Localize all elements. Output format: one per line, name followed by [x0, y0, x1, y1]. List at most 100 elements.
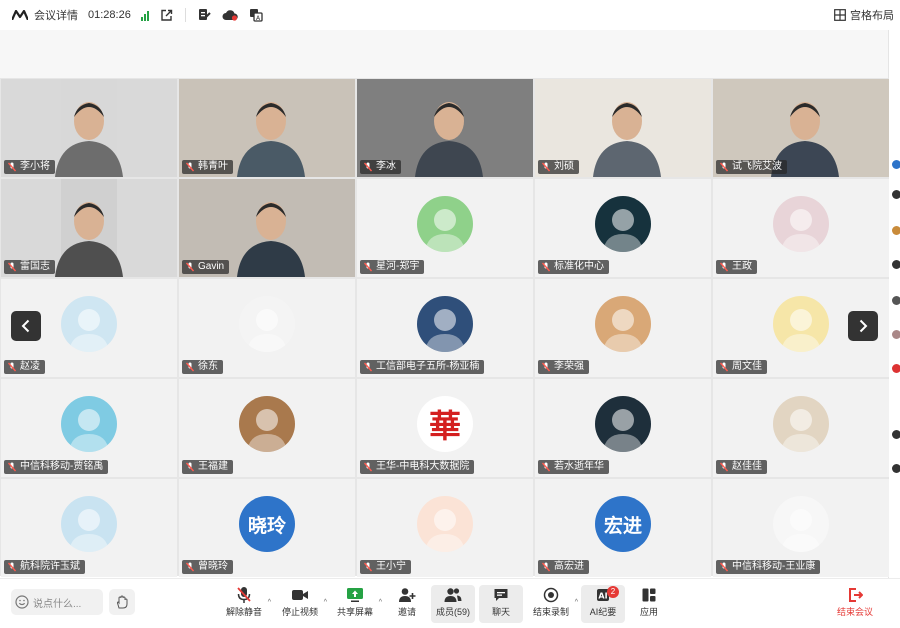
stop-video-label: 停止视频 [281, 607, 318, 617]
caret-up-icon[interactable]: ^ [324, 599, 327, 606]
participant-tile[interactable]: 王政 [713, 179, 889, 277]
participant-tile[interactable]: 若水逝年华 [535, 379, 711, 477]
chat-label: 聊天 [491, 607, 510, 617]
avatar-initials: 晓玲 [247, 515, 286, 537]
mic-muted-icon [8, 362, 16, 372]
participant-name-tag: 王政 [716, 260, 757, 274]
members-button[interactable]: 成员(59) [431, 585, 475, 623]
cloud-record-icon[interactable] [222, 7, 238, 23]
participant-tile[interactable]: 晓玲曾晓玲 [179, 479, 355, 577]
mic-muted-icon [364, 562, 372, 572]
caret-up-icon[interactable]: ^ [379, 599, 382, 606]
participant-name: 曾晓玲 [198, 561, 228, 572]
apps-icon [642, 588, 656, 602]
avatar-initials: 華 [428, 408, 461, 444]
quick-chat-input[interactable]: 说点什么... [11, 589, 103, 615]
mic-muted-icon [8, 262, 16, 272]
chat-button[interactable]: 聊天 [479, 585, 523, 623]
participant-name: 工信部电子五所-杨亚楠 [376, 361, 480, 372]
participant-tile[interactable]: 星河-郑宇 [357, 179, 533, 277]
chat-icon [494, 589, 508, 601]
mic-muted-icon [364, 462, 372, 472]
participant-tile[interactable]: Gavin [179, 179, 355, 277]
apps-button[interactable]: 应用 [627, 585, 671, 623]
participant-avatar [61, 396, 117, 452]
mic-muted-icon [542, 462, 550, 472]
participant-name-tag: 中信科移动-贾铭禹 [4, 460, 109, 474]
participant-name: 雷国志 [20, 261, 50, 272]
participant-tile[interactable]: 韩青叶 [179, 79, 355, 177]
record-stop-icon [543, 587, 559, 603]
participant-name: 刘硕 [554, 161, 574, 172]
end-recording-button[interactable]: 结束录制 ^ [529, 585, 578, 623]
participant-name: 李荣强 [554, 361, 584, 372]
participant-name-tag: 王小宁 [360, 560, 411, 574]
participant-name: 赵凌 [20, 361, 40, 372]
raise-hand-button[interactable] [109, 589, 135, 615]
participant-avatar [417, 196, 473, 252]
participant-avatar: 宏进 [595, 496, 651, 552]
translate-icon[interactable]: A [248, 7, 264, 23]
participant-name-tag: 王华-中电科大数据院 [360, 460, 475, 474]
participant-tile[interactable]: 中信科移动-王业康 [713, 479, 889, 577]
participant-tile[interactable]: 航科院许玉斌 [1, 479, 177, 577]
share-screen-button[interactable]: 共享屏幕 ^ [333, 585, 382, 623]
participant-tile[interactable]: 标准化中心 [535, 179, 711, 277]
participant-name: 中信科移动-贾铭禹 [20, 461, 104, 472]
mic-muted-icon [542, 162, 550, 172]
meeting-timer: 01:28:26 [88, 9, 131, 21]
meeting-toolbar: 说点什么... 解除静音 ^ 停止视频 ^ 共享屏幕 ^ 邀请 成员(59) 聊… [0, 578, 900, 628]
end-meeting-label: 结束会议 [836, 607, 873, 617]
quick-chat-placeholder: 说点什么... [33, 598, 82, 610]
mic-muted-icon [364, 362, 372, 372]
mic-muted-icon [186, 462, 194, 472]
participant-tile[interactable]: 中信科移动-贾铭禹 [1, 379, 177, 477]
participant-tile[interactable]: 李冰 [357, 79, 533, 177]
grid-layout-icon [834, 9, 846, 21]
unmute-button[interactable]: 解除静音 ^ [222, 585, 271, 623]
end-meeting-button[interactable]: 结束会议 [832, 585, 878, 623]
participant-tile[interactable]: 刘硕 [535, 79, 711, 177]
exit-icon [849, 588, 863, 602]
mic-muted-icon [364, 262, 372, 272]
participant-name: 赵佳佳 [732, 461, 762, 472]
caret-up-icon[interactable]: ^ [575, 599, 578, 606]
participant-tile[interactable]: 赵佳佳 [713, 379, 889, 477]
participant-tile[interactable]: 宏进 高宏进 [535, 479, 711, 577]
participant-name-tag: 李小将 [4, 160, 55, 174]
chevron-right-icon [859, 319, 868, 333]
members-label: 成员(59) [435, 607, 470, 617]
participant-name-tag: 韩青叶 [182, 160, 233, 174]
participant-name-tag: 中信科移动-王业康 [716, 560, 821, 574]
participant-tile[interactable]: 李小将 [1, 79, 177, 177]
meeting-details-button[interactable]: 会议详情 [34, 7, 78, 23]
external-window-icon[interactable] [159, 7, 175, 23]
participant-name-tag: 周文佳 [716, 360, 767, 374]
participant-name-tag: 赵凌 [4, 360, 45, 374]
header-spacer [0, 30, 888, 78]
participant-avatar [773, 396, 829, 452]
prev-page-button[interactable] [11, 311, 41, 341]
participant-tile[interactable]: 工信部电子五所-杨亚楠 [357, 279, 533, 377]
side-panel-edge[interactable] [888, 30, 900, 578]
participant-avatar [595, 396, 651, 452]
participant-tile[interactable]: 试飞院艾波 [713, 79, 889, 177]
next-page-button[interactable] [848, 311, 878, 341]
caret-up-icon[interactable]: ^ [268, 599, 271, 606]
participant-name: 标准化中心 [554, 261, 604, 272]
grid-layout-button[interactable]: 宫格布局 [834, 7, 894, 23]
participant-name-tag: 试飞院艾波 [716, 160, 787, 174]
participant-tile[interactable]: 王小宁 [357, 479, 533, 577]
participant-tile[interactable]: 雷国志 [1, 179, 177, 277]
signal-strength-icon [140, 10, 149, 21]
participant-tile[interactable]: 華王华-中电科大数据院 [357, 379, 533, 477]
document-edit-icon[interactable] [196, 7, 212, 23]
stop-video-button[interactable]: 停止视频 ^ [278, 585, 327, 623]
participant-tile[interactable]: 王福建 [179, 379, 355, 477]
participant-tile[interactable]: 李荣强 [535, 279, 711, 377]
ai-summary-button[interactable]: AI AI纪要 2 [581, 585, 625, 623]
invite-button[interactable]: 邀请 [385, 585, 429, 623]
members-icon [444, 588, 462, 602]
participant-tile[interactable]: 徐东 [179, 279, 355, 377]
mic-muted-icon [186, 362, 194, 372]
